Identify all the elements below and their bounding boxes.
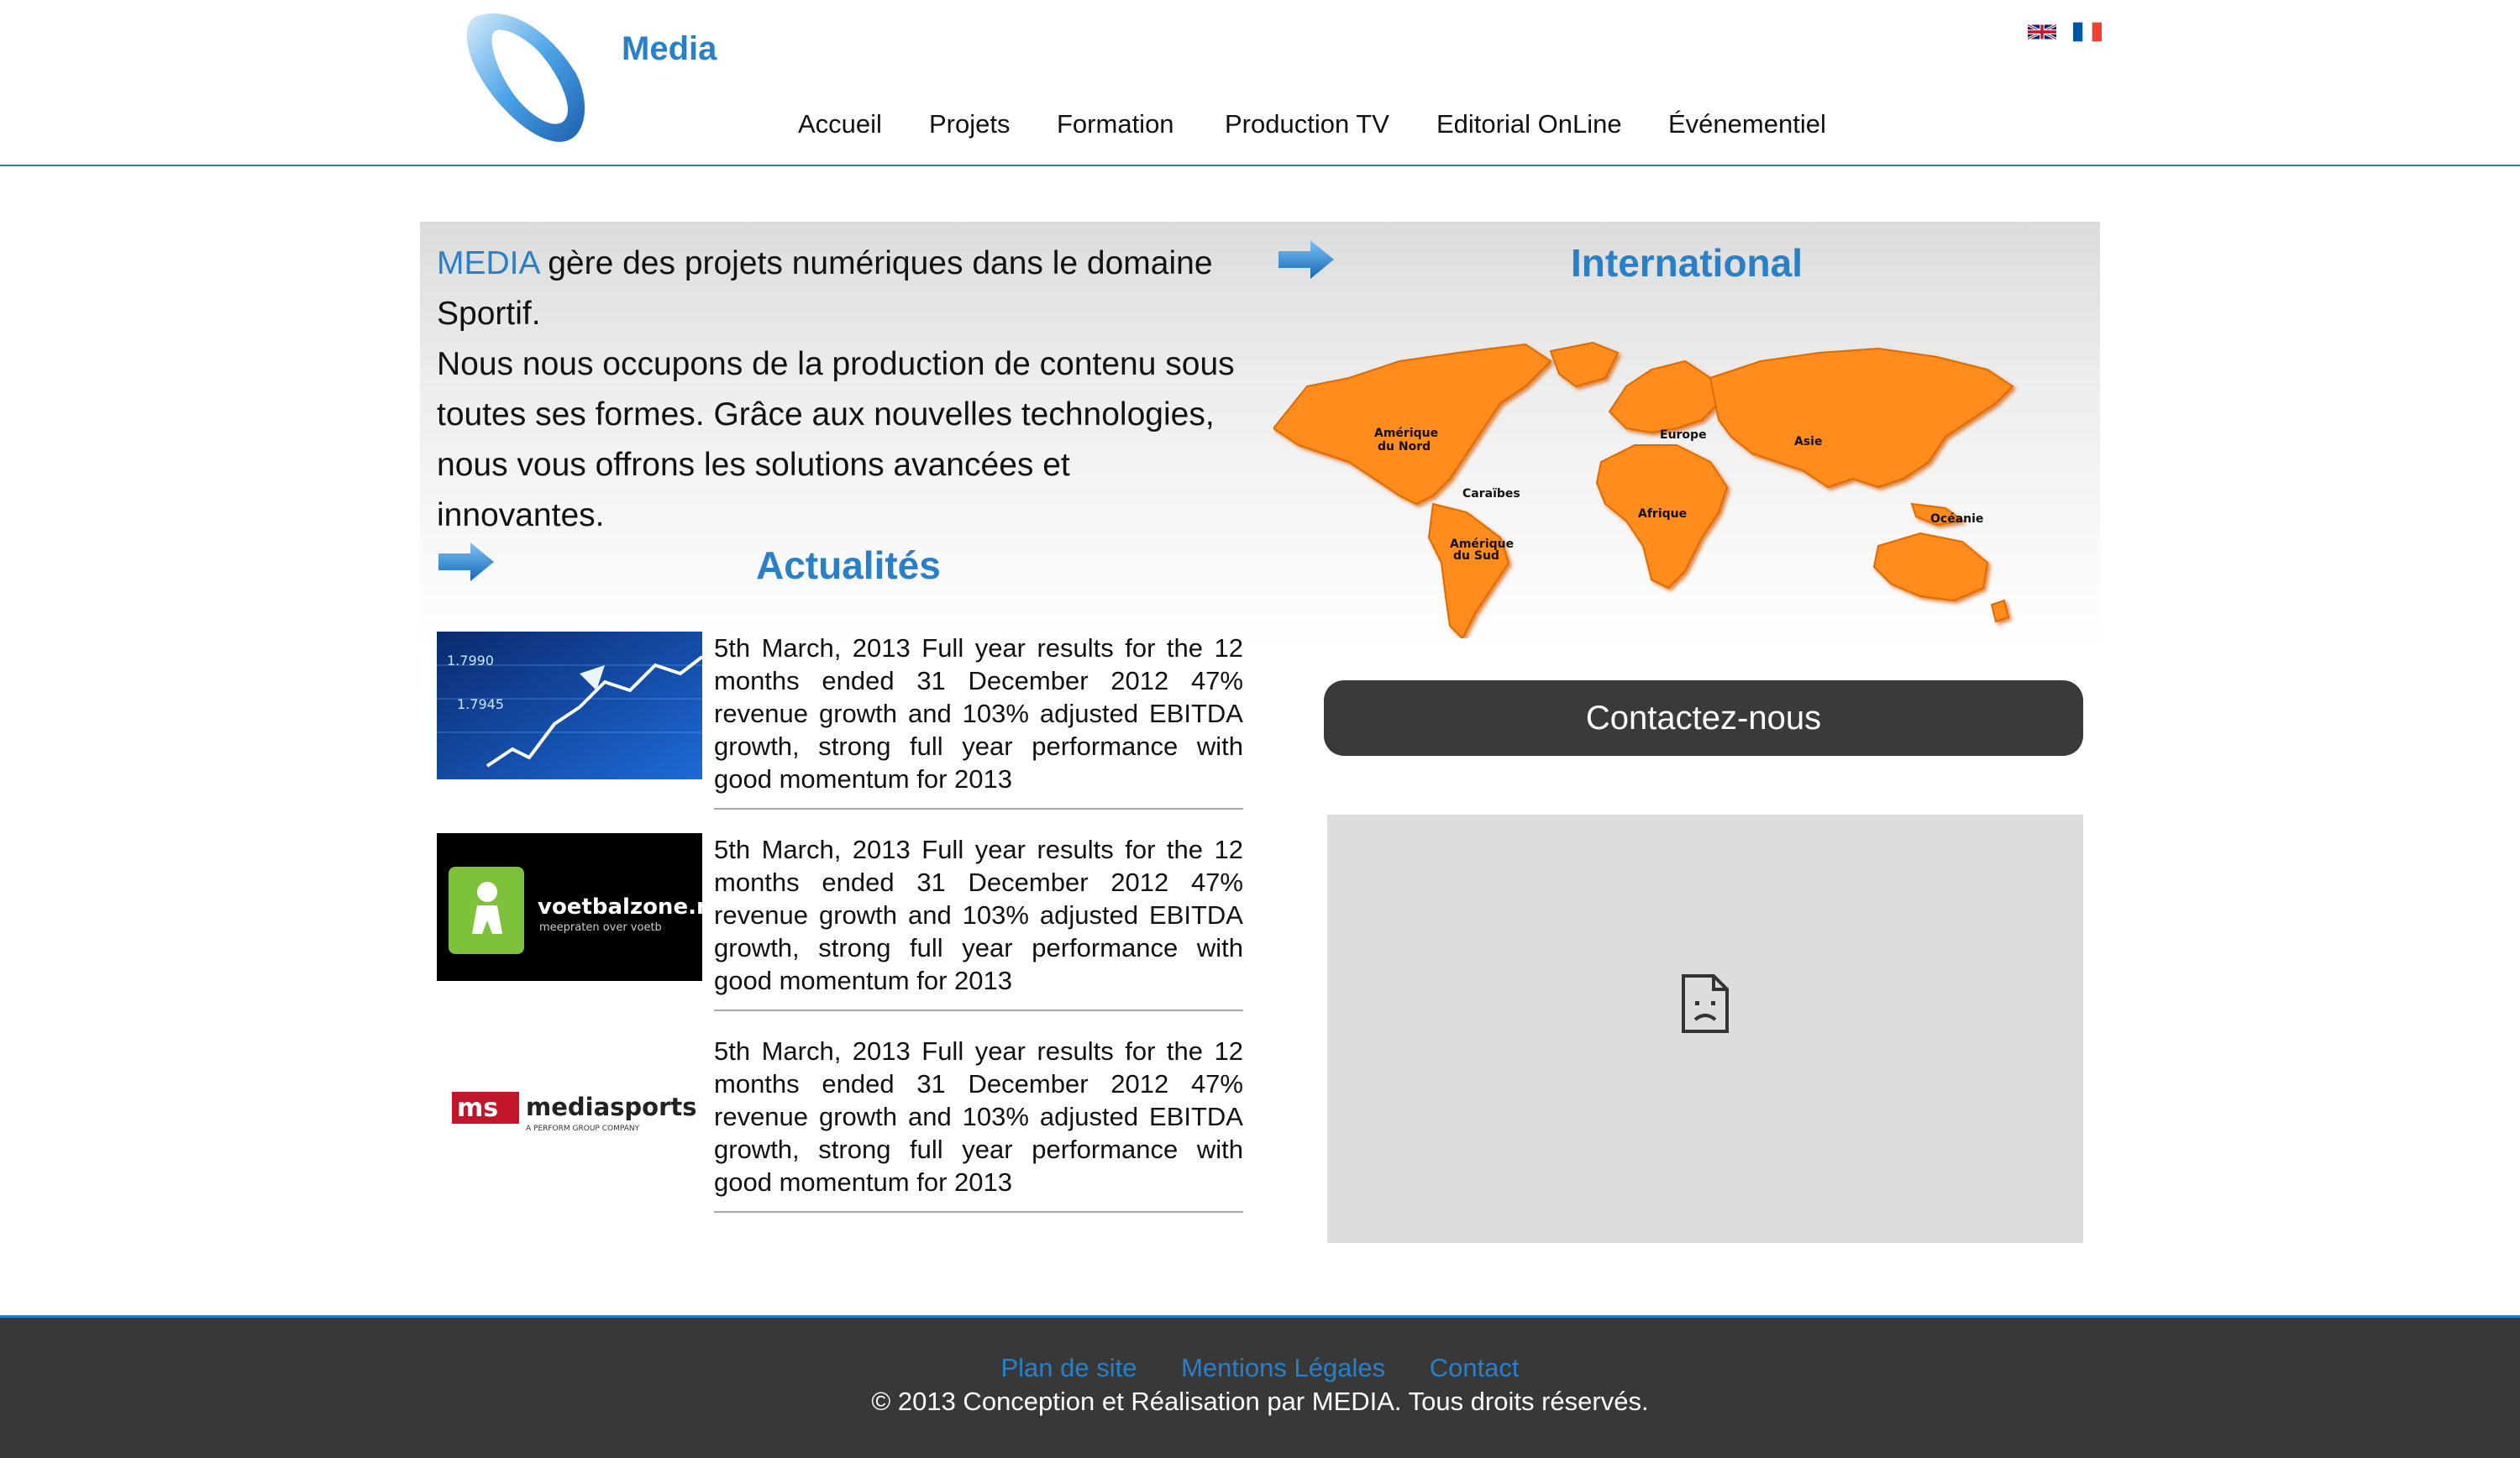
world-map[interactable]: Amérique du Nord Caraïbes Amérique du Su…: [1273, 336, 2034, 638]
intro-line-1: gère des projets numériques dans le doma…: [437, 245, 1213, 332]
thumb-text: meepraten over voetb: [539, 921, 662, 934]
copyright-text: © 2013 Conception et Réalisation par MED…: [871, 1387, 1649, 1416]
nav-formation[interactable]: Formation: [1057, 109, 1174, 139]
site-header: Media Accueil Projets Formation Producti…: [0, 0, 2520, 166]
footer-links: Plan de site Mentions Légales Contact: [0, 1353, 2520, 1383]
thumb-text: ms: [457, 1094, 498, 1123]
broken-document-icon: [1682, 974, 1729, 1033]
intro-line-2: Nous nous occupons de la production de c…: [437, 346, 1235, 533]
intro-accent: MEDIA: [437, 245, 539, 281]
thumb-text: A PERFORM GROUP COMPANY: [526, 1125, 640, 1133]
intro-text: MEDIA gère des projets numériques dans l…: [437, 239, 1243, 541]
thumb-text: 1.7990: [447, 653, 494, 669]
media-logo[interactable]: [450, 7, 593, 149]
nav-evenementiel[interactable]: Événementiel: [1668, 109, 1826, 139]
thumb-text: 1.7945: [457, 696, 504, 712]
embedded-content: [1327, 815, 2083, 1243]
nav-editorial-online[interactable]: Editorial OnLine: [1436, 109, 1622, 139]
footer-link-plan-de-site[interactable]: Plan de site: [1000, 1353, 1137, 1382]
map-label-amerique-1: Amérique: [1374, 427, 1438, 440]
language-selector: [2028, 22, 2102, 42]
site-footer: Plan de site Mentions Légales Contact © …: [0, 1315, 2520, 1458]
map-label-du-nord: du Nord: [1378, 440, 1431, 454]
footer-link-contact[interactable]: Contact: [1430, 1353, 1520, 1382]
news-thumbnail-voetbalzone[interactable]: voetbalzone.r meepraten over voetb: [437, 833, 702, 981]
news-text: 5th March, 2013 Full year results for th…: [714, 633, 1243, 794]
english-flag-icon[interactable]: [2028, 22, 2056, 42]
arrow-right-icon: [438, 543, 494, 581]
actualites-title: Actualités: [756, 543, 941, 587]
news-divider: [714, 808, 1243, 810]
thumb-text: mediasports: [526, 1093, 697, 1121]
news-text: 5th March, 2013 Full year results for th…: [714, 835, 1243, 995]
news-divider: [714, 1010, 1243, 1011]
brand-name[interactable]: Media: [622, 30, 717, 68]
footer-link-mentions-legales[interactable]: Mentions Légales: [1181, 1353, 1385, 1382]
news-thumbnail-mediasports[interactable]: ms mediasports A PERFORM GROUP COMPANY: [437, 1035, 702, 1183]
map-label-du-sud: du Sud: [1453, 549, 1499, 563]
nav-accueil[interactable]: Accueil: [798, 109, 882, 139]
map-label-asie: Asie: [1794, 435, 1822, 448]
nav-production-tv[interactable]: Production TV: [1225, 109, 1389, 139]
news-divider: [714, 1211, 1243, 1213]
contact-button[interactable]: Contactez-nous: [1324, 680, 2083, 756]
news-text: 5th March, 2013 Full year results for th…: [714, 1036, 1243, 1197]
arrow-right-icon: [1278, 240, 1334, 279]
map-label-caraibes: Caraïbes: [1462, 487, 1520, 501]
international-title: International: [1571, 241, 1803, 285]
map-label-oceanie: Océanie: [1930, 512, 1983, 526]
thumb-text: voetbalzone.r: [538, 894, 702, 920]
map-label-europe: Europe: [1660, 428, 1707, 442]
nav-projets[interactable]: Projets: [929, 109, 1010, 139]
french-flag-icon[interactable]: [2073, 22, 2102, 42]
news-thumbnail-stock-chart[interactable]: 1.7990 1.7945: [437, 632, 702, 779]
map-label-afrique: Afrique: [1638, 507, 1687, 521]
